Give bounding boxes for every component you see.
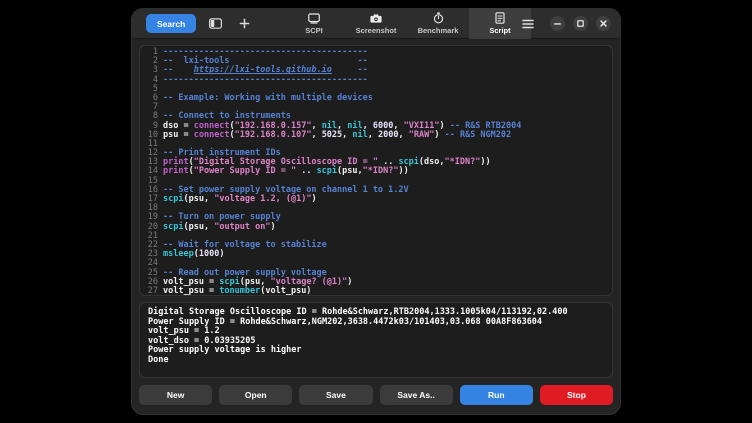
stopwatch-icon [433, 12, 444, 24]
close-button[interactable] [596, 16, 611, 31]
maximize-icon [576, 19, 585, 28]
console-line: Done [148, 356, 604, 366]
code-text: print("Power Supply ID = " .. scpi(psu,"… [163, 167, 409, 176]
run-button[interactable]: Run [460, 385, 533, 405]
stop-button[interactable]: Stop [540, 385, 613, 405]
sidebar-toggle-button[interactable] [205, 14, 225, 34]
new-button[interactable]: New [139, 385, 212, 405]
code-line: 27 volt_psu = tonumber(volt_psu) [140, 287, 612, 296]
code-text: scpi(psu, "output on") [163, 223, 276, 232]
code-line: 14print("Power Supply ID = " .. scpi(psu… [140, 167, 612, 176]
tab-scpi[interactable]: SCPI [283, 8, 345, 39]
close-icon [599, 19, 608, 28]
minimize-icon [553, 19, 562, 28]
tab-label: Script [489, 26, 510, 35]
code-line: 20scpi(psu, "output on") [140, 223, 612, 232]
tab-label: SCPI [305, 26, 323, 35]
code-text: psu = connect("192.168.0.107", 5025, nil… [163, 131, 511, 140]
document-icon [495, 12, 505, 24]
main-menu-button[interactable] [522, 19, 534, 29]
tab-label: Screenshot [356, 26, 397, 35]
sidebar-toggle-icon [209, 18, 222, 29]
action-bar: New Open Save Save As.. Run Stop [139, 385, 613, 405]
search-button[interactable]: Search [146, 14, 196, 33]
code-text: volt_psu = tonumber(volt_psu) [163, 287, 311, 296]
code-text: ---------------------------------------- [163, 76, 368, 85]
code-line: 23msleep(1000) [140, 250, 612, 259]
tab-screenshot[interactable]: Screenshot [345, 8, 407, 39]
tab-benchmark[interactable]: Benchmark [407, 8, 469, 39]
save-as-button[interactable]: Save As.. [380, 385, 453, 405]
menu-icon [522, 19, 534, 29]
tab-bar: SCPI Screenshot Benchmark Script [283, 8, 531, 39]
code-line: 6-- Example: Working with multiple devic… [140, 94, 612, 103]
minimize-button[interactable] [550, 16, 565, 31]
code-line: 17scpi(psu, "voltage 1.2, (@1)") [140, 195, 612, 204]
camera-icon [370, 13, 382, 24]
plus-icon [239, 18, 250, 29]
save-button[interactable]: Save [299, 385, 372, 405]
console-line: Power supply voltage is higher [148, 346, 604, 356]
header-bar: Search SCPI Screenshot Benchmark Script [131, 8, 621, 39]
code-text: msleep(1000) [163, 250, 224, 259]
maximize-button[interactable] [573, 16, 588, 31]
terminal-icon [308, 13, 320, 24]
line-number: 27 [140, 287, 158, 296]
code-text: scpi(psu, "voltage 1.2, (@1)") [163, 195, 317, 204]
script-editor[interactable]: 1---------------------------------------… [139, 45, 613, 296]
add-tab-button[interactable] [234, 14, 254, 34]
window-controls [522, 8, 611, 39]
open-button[interactable]: Open [219, 385, 292, 405]
app-window: Search SCPI Screenshot Benchmark Script [131, 8, 621, 415]
window-body: 1---------------------------------------… [131, 39, 621, 415]
console-output[interactable]: Digital Storage Oscilloscope ID = Rohde&… [139, 302, 613, 378]
tab-label: Benchmark [418, 26, 459, 35]
code-line: 4---------------------------------------… [140, 76, 612, 85]
code-text: -- Example: Working with multiple device… [163, 94, 373, 103]
code-line: 10psu = connect("192.168.0.107", 5025, n… [140, 131, 612, 140]
